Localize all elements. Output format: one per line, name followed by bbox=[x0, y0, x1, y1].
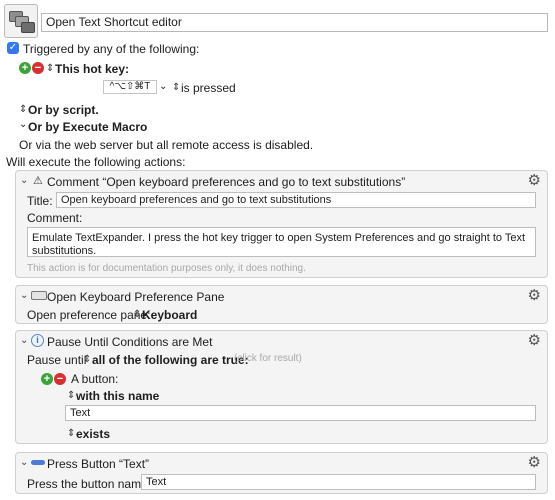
preference-pane-label: Open preference pane: bbox=[27, 308, 151, 322]
chevron-down-icon[interactable]: ⌄ bbox=[20, 335, 28, 346]
preference-pane-select[interactable]: Keyboard bbox=[142, 308, 197, 322]
keyboard-pane-action[interactable]: ⌄ Open Keyboard Preference Pane ⚙ Open p… bbox=[15, 285, 548, 324]
button-name-input[interactable]: Text bbox=[65, 405, 536, 421]
match-mode-select[interactable]: with this name bbox=[76, 389, 159, 403]
comment-action-title: Comment “Open keyboard preferences and g… bbox=[47, 175, 406, 189]
match-mode-updown-icon[interactable]: ⇕ bbox=[67, 390, 75, 401]
button-icon bbox=[31, 460, 45, 465]
macro-icon[interactable] bbox=[4, 4, 38, 38]
macro-name-input[interactable]: Open Text Shortcut editor bbox=[41, 13, 548, 32]
web-server-note: Or via the web server but all remote acc… bbox=[19, 138, 314, 152]
comment-icon: ⚠ bbox=[33, 175, 43, 187]
chevron-down-icon[interactable]: ⌄ bbox=[159, 81, 167, 92]
hotkey-condition[interactable]: is pressed bbox=[181, 81, 236, 95]
remove-trigger-icon[interactable]: − bbox=[32, 62, 44, 74]
press-button-action[interactable]: ⌄ Press Button “Text” ⚙ Press the button… bbox=[15, 452, 548, 494]
comment-title-input[interactable]: Open keyboard preferences and go to text… bbox=[56, 192, 536, 208]
click-for-result-hint[interactable]: (click for result) bbox=[234, 353, 302, 364]
chevron-down-icon[interactable]: ⌄ bbox=[20, 290, 28, 301]
or-by-script[interactable]: Or by script. bbox=[28, 103, 99, 117]
keyboard-pane-action-title: Open Keyboard Preference Pane bbox=[47, 290, 225, 304]
gear-icon[interactable]: ⚙ bbox=[528, 455, 541, 471]
triggered-label: Triggered by any of the following: bbox=[23, 42, 200, 56]
add-condition-icon[interactable]: + bbox=[41, 373, 53, 385]
exists-updown-icon[interactable]: ⇕ bbox=[67, 428, 75, 439]
hotkey-field[interactable]: ^⌥⇧⌘T bbox=[103, 80, 157, 94]
comment-note: This action is for documentation purpose… bbox=[27, 263, 306, 274]
keyboard-icon bbox=[31, 291, 47, 300]
comment-title-label: Title: bbox=[27, 194, 53, 208]
comment-body-label: Comment: bbox=[27, 211, 83, 225]
add-trigger-icon[interactable]: + bbox=[19, 62, 31, 74]
pause-action-title: Pause Until Conditions are Met bbox=[47, 335, 213, 349]
pause-mode-updown-icon[interactable]: ⇕ bbox=[83, 354, 91, 365]
press-button-action-title: Press Button “Text” bbox=[47, 457, 150, 471]
hotkey-label: This hot key: bbox=[55, 62, 130, 76]
gear-icon[interactable]: ⚙ bbox=[528, 288, 541, 304]
hotkey-condition-updown-icon[interactable]: ⇕ bbox=[172, 82, 180, 93]
actions-label: Will execute the following actions: bbox=[6, 155, 186, 169]
comment-body-textarea[interactable]: Emulate TextExpander. I press the hot ke… bbox=[27, 227, 536, 257]
script-trigger-updown-icon[interactable]: ⇕ bbox=[19, 104, 27, 115]
pause-until-label: Pause until bbox=[27, 353, 87, 367]
chevron-down-icon[interactable]: ⌄ bbox=[20, 457, 28, 468]
press-button-name-input[interactable]: Text bbox=[141, 474, 536, 490]
preference-pane-updown-icon[interactable]: ⇕ bbox=[133, 309, 141, 320]
pause-mode-select[interactable]: all of the following are true: bbox=[92, 353, 249, 367]
remove-condition-icon[interactable]: − bbox=[54, 373, 66, 385]
chevron-down-icon[interactable]: ⌄ bbox=[19, 119, 27, 130]
pause-until-action[interactable]: ⌄ i Pause Until Conditions are Met ⚙ Pau… bbox=[15, 330, 548, 444]
gear-icon[interactable]: ⚙ bbox=[528, 173, 541, 189]
condition-type-label: A button: bbox=[71, 372, 119, 386]
press-button-label: Press the button named: bbox=[27, 477, 158, 491]
triggered-checkbox[interactable]: ✓ bbox=[7, 42, 19, 54]
or-by-execute-macro[interactable]: Or by Execute Macro bbox=[28, 120, 147, 134]
gear-icon[interactable]: ⚙ bbox=[528, 333, 541, 349]
chevron-down-icon[interactable]: ⌄ bbox=[20, 175, 28, 186]
exists-select[interactable]: exists bbox=[76, 427, 110, 441]
trigger-type-updown-icon[interactable]: ⇕ bbox=[46, 63, 54, 74]
info-icon: i bbox=[31, 334, 44, 347]
comment-action[interactable]: ⌄ ⚠ Comment “Open keyboard preferences a… bbox=[15, 170, 548, 278]
